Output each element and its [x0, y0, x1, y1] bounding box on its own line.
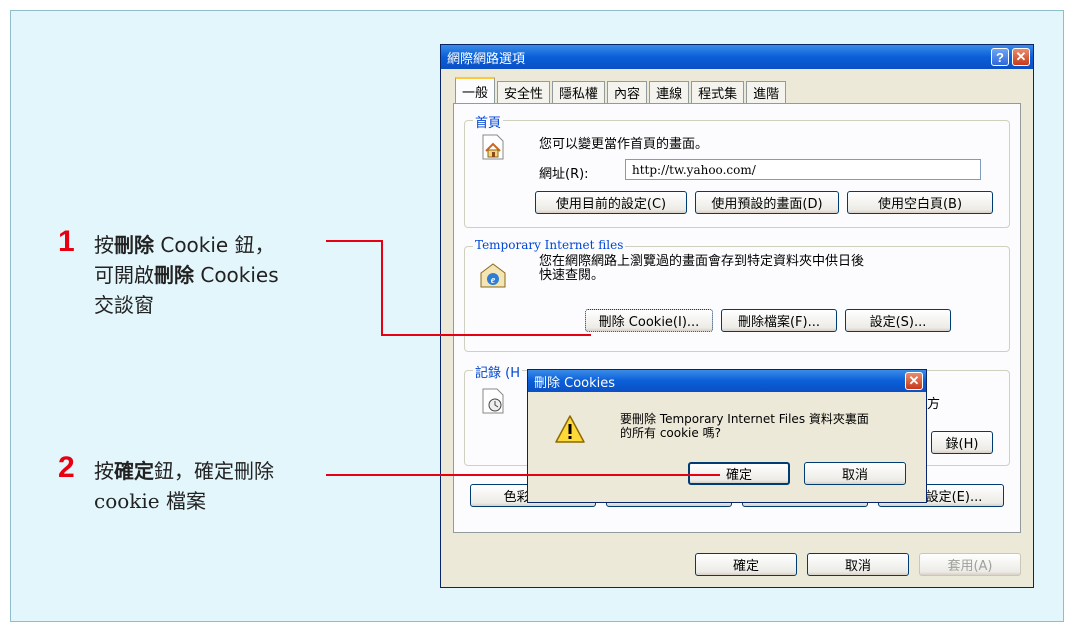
- tab-general[interactable]: 一般: [455, 77, 496, 103]
- history-icon: [482, 388, 504, 414]
- leader-line-1a: [326, 240, 382, 242]
- tab-content[interactable]: 內容: [607, 81, 648, 103]
- tab-connections[interactable]: 連線: [649, 81, 690, 103]
- svg-text:e: e: [491, 275, 496, 286]
- clear-history-button[interactable]: 錄(H): [931, 431, 993, 454]
- delete-cookie-button[interactable]: 刪除 Cookie(I)...: [585, 309, 713, 332]
- delete-cookies-dialog: 刪除 Cookies ✕ 要刪除 Temporary Internet File…: [527, 369, 927, 503]
- apply-button[interactable]: 套用(A): [919, 553, 1021, 576]
- ok-button[interactable]: 確定: [695, 553, 797, 576]
- cancel-button[interactable]: 取消: [807, 553, 909, 576]
- step-number-1: 1: [58, 225, 75, 258]
- temporary-files-legend: Temporary Internet files: [473, 238, 626, 252]
- leader-line-1c: [381, 334, 591, 336]
- internet-options-dialog: 網際網路選項 ? ✕ 一般 安全性 隱私權 內容 連線 程式集 進階 首頁 您可…: [440, 44, 1034, 588]
- dialog-title: 網際網路選項: [447, 51, 526, 67]
- use-blank-button[interactable]: 使用空白頁(B): [847, 191, 993, 214]
- use-current-button[interactable]: 使用目前的設定(C): [535, 191, 687, 214]
- tab-security[interactable]: 安全性: [497, 81, 551, 103]
- url-label: 網址(R):: [539, 167, 589, 182]
- leader-line-2: [326, 474, 720, 476]
- temp-files-description: 您在網際網路上瀏覽過的畫面會存到特定資料夾中供日後 快速查閱。: [539, 254, 865, 283]
- confirm-cancel-button[interactable]: 取消: [804, 462, 906, 485]
- dialog-titlebar: 網際網路選項 ? ✕: [441, 45, 1033, 69]
- tab-programs[interactable]: 程式集: [691, 81, 745, 103]
- confirm-titlebar: 刪除 Cookies ✕: [528, 370, 926, 392]
- warning-icon: [555, 415, 585, 443]
- home-page-icon: [482, 134, 504, 160]
- history-legend: 記錄 (H: [473, 362, 522, 381]
- home-url-input[interactable]: http://tw.yahoo.com/: [625, 159, 981, 180]
- use-default-button[interactable]: 使用預設的畫面(D): [695, 191, 839, 214]
- close-icon[interactable]: ✕: [1012, 48, 1030, 66]
- callout-step-1: 1 按刪除 Cookie 鈕， 可開啟刪除 Cookies 交談窗: [58, 225, 279, 318]
- delete-files-button[interactable]: 刪除檔案(F)...: [721, 309, 837, 332]
- temporary-files-group: Temporary Internet files e 您在網際網路上瀏覽過的畫面…: [464, 238, 1010, 352]
- tab-strip: 一般 安全性 隱私權 內容 連線 程式集 進階: [455, 77, 788, 103]
- close-icon[interactable]: ✕: [905, 372, 923, 390]
- tab-privacy[interactable]: 隱私權: [552, 81, 606, 103]
- leader-line-1b: [381, 240, 383, 336]
- help-icon[interactable]: ?: [991, 48, 1009, 66]
- confirm-title: 刪除 Cookies: [534, 375, 616, 391]
- home-page-group: 首頁 您可以變更當作首頁的畫面。 網址(R): http://tw.yahoo.…: [464, 112, 1010, 228]
- confirm-message: 要刪除 Temporary Internet Files 資料夾裏面 的所有 c…: [620, 412, 869, 440]
- home-page-description: 您可以變更當作首頁的畫面。: [539, 137, 709, 152]
- history-description-fragment: 方: [927, 397, 941, 412]
- internet-files-icon: e: [480, 263, 506, 288]
- settings-button[interactable]: 設定(S)...: [845, 309, 951, 332]
- home-page-legend: 首頁: [473, 112, 504, 131]
- step-number-2: 2: [58, 451, 75, 484]
- callout-step-2: 2 按確定鈕，確定刪除 cookie 檔案: [58, 451, 274, 514]
- tab-advanced[interactable]: 進階: [746, 81, 787, 103]
